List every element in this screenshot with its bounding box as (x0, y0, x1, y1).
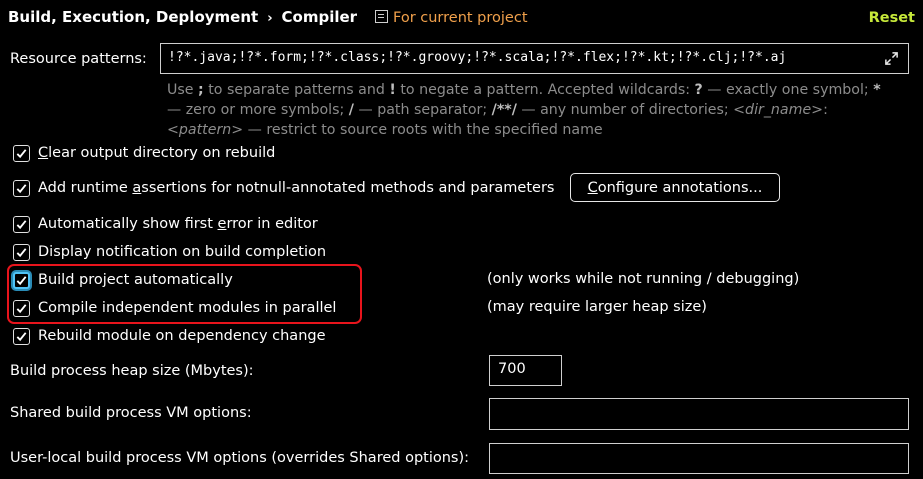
shared-vm-options-label: Shared build process VM options: (10, 405, 252, 421)
resource-patterns-value: !?*.java;!?*.form;!?*.class;!?*.groovy;!… (168, 50, 787, 65)
project-scope-icon (375, 10, 388, 23)
reset-link[interactable]: Reset (869, 10, 915, 26)
runtime-assertions-checkbox[interactable] (13, 179, 30, 197)
breadcrumb-parent[interactable]: Build, Execution, Deployment (8, 8, 258, 26)
user-vm-options-input[interactable] (489, 443, 909, 474)
runtime-assertions-option[interactable]: Add runtime assertions for notnull-annot… (13, 177, 554, 199)
show-first-error-label: Automatically show first error in editor (38, 216, 318, 232)
show-first-error-checkbox[interactable] (13, 215, 30, 233)
build-automatically-note: (only works while not running / debuggin… (487, 271, 800, 287)
display-notification-checkbox[interactable] (13, 243, 30, 261)
scope-indicator: For current project (375, 10, 528, 26)
heap-size-value: 700 (498, 361, 526, 377)
checkmark-icon (16, 219, 27, 229)
clear-output-option[interactable]: Clear output directory on rebuild (13, 142, 275, 164)
compile-parallel-option[interactable]: Compile independent modules in parallel (13, 297, 336, 319)
resource-patterns-help: Use ; to separate patterns and ! to nega… (167, 82, 881, 138)
compile-parallel-checkbox[interactable] (13, 299, 30, 317)
resource-patterns-input[interactable]: !?*.java;!?*.form;!?*.class;!?*.groovy;!… (160, 43, 909, 74)
compile-parallel-note: (may require larger heap size) (487, 299, 707, 315)
checkmark-icon (16, 148, 27, 158)
checkmark-icon (16, 303, 27, 313)
rebuild-on-dependency-option[interactable]: Rebuild module on dependency change (13, 325, 326, 347)
breadcrumb-separator: › (267, 11, 273, 26)
build-automatically-option[interactable]: Build project automatically (13, 269, 233, 291)
rebuild-on-dependency-label: Rebuild module on dependency change (38, 328, 326, 344)
checkmark-icon (16, 275, 27, 285)
configure-annotations-button[interactable]: Configure annotations... (570, 173, 780, 202)
expand-icon[interactable] (884, 51, 899, 66)
clear-output-label: Clear output directory on rebuild (38, 145, 276, 161)
show-first-error-option[interactable]: Automatically show first error in editor (13, 213, 318, 235)
checkmark-icon (16, 183, 27, 193)
heap-size-input[interactable]: 700 (489, 355, 562, 386)
user-vm-options-label: User-local build process VM options (ove… (10, 450, 470, 466)
breadcrumb-current: Compiler (281, 8, 358, 26)
resource-patterns-label: Resource patterns: (10, 51, 147, 67)
shared-vm-options-input[interactable] (489, 398, 909, 430)
build-automatically-label: Build project automatically (38, 272, 233, 288)
heap-size-label: Build process heap size (Mbytes): (10, 363, 254, 379)
compile-parallel-label: Compile independent modules in parallel (38, 300, 337, 316)
breadcrumb: Build, Execution, Deployment › Compiler (8, 8, 357, 26)
rebuild-on-dependency-checkbox[interactable] (13, 327, 30, 345)
checkmark-icon (16, 331, 27, 341)
checkmark-icon (16, 247, 27, 257)
display-notification-option[interactable]: Display notification on build completion (13, 241, 326, 263)
display-notification-label: Display notification on build completion (38, 244, 327, 260)
scope-label: For current project (393, 10, 528, 26)
clear-output-checkbox[interactable] (13, 144, 30, 162)
runtime-assertions-label: Add runtime assertions for notnull-annot… (38, 180, 555, 196)
build-automatically-checkbox[interactable] (13, 271, 30, 289)
